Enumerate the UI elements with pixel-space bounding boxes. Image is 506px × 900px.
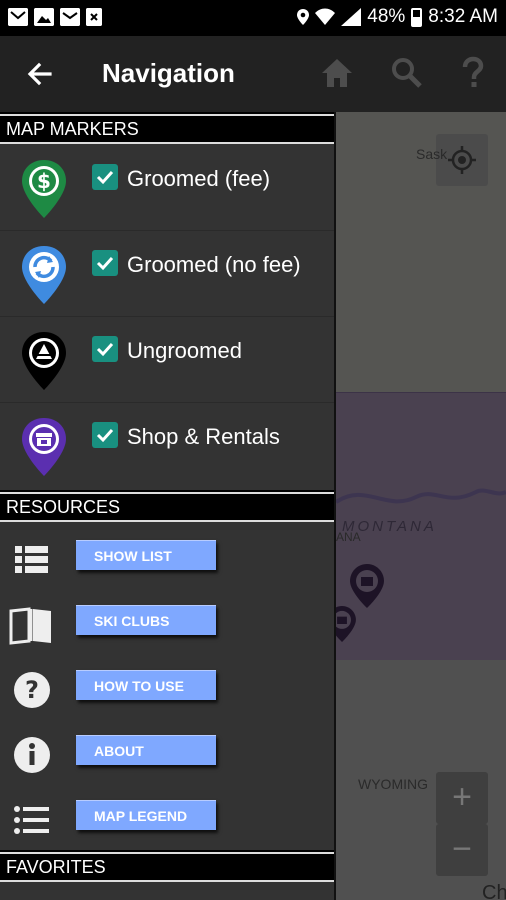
section-header-resources: RESOURCES — [0, 490, 334, 522]
status-bar: 48% 8:32 AM — [0, 0, 506, 36]
marker-row-groomed-fee[interactable]: $ Groomed (fee) — [0, 146, 334, 231]
section-header-map-markers: MAP MARKERS — [0, 112, 334, 144]
shop-marker-icon[interactable] — [350, 564, 384, 608]
map-view[interactable]: Sask MONTANA ANA WYOMING Ch + − — [336, 112, 506, 900]
section-header-favorites: FAVORITES — [0, 850, 334, 882]
checkbox-groomed-fee[interactable] — [92, 164, 118, 190]
question-circle-icon: ? — [14, 672, 50, 708]
svg-text:$: $ — [37, 169, 51, 193]
resource-row-show-list: SHOW LIST — [0, 526, 334, 590]
resource-row-ski-clubs: SKI CLUBS — [0, 591, 334, 655]
battery-percent: 48% — [367, 6, 406, 27]
checkbox-shop-rentals[interactable] — [92, 422, 118, 448]
ski-clubs-button[interactable]: SKI CLUBS — [76, 605, 216, 635]
app-bar: Navigation — [0, 36, 506, 112]
wifi-icon — [315, 8, 336, 25]
search-icon[interactable] — [390, 56, 424, 90]
marker-row-groomed-no-fee[interactable]: Groomed (no fee) — [0, 232, 334, 317]
checkbox-ungroomed[interactable] — [92, 336, 118, 362]
map-label-ch: Ch — [482, 882, 506, 900]
image-icon — [34, 8, 54, 26]
triangle-marker-icon — [22, 332, 66, 390]
marker-row-ungroomed[interactable]: Ungroomed — [0, 318, 334, 403]
marker-label: Shop & Rentals — [127, 424, 280, 449]
map-label-wyoming: WYOMING — [358, 776, 428, 792]
navigation-drawer: MAP MARKERS $ Groomed (fee) Groomed (no … — [0, 112, 336, 900]
how-to-use-button[interactable]: HOW TO USE — [76, 670, 216, 700]
clock: 8:32 AM — [428, 6, 498, 27]
resource-row-how-to-use: ? HOW TO USE — [0, 656, 334, 720]
marker-label: Groomed (fee) — [127, 166, 271, 191]
arrow-left-icon[interactable] — [22, 56, 58, 92]
book-icon — [9, 607, 51, 645]
info-circle-icon — [14, 737, 50, 773]
show-list-button[interactable]: SHOW LIST — [76, 540, 216, 570]
svg-text:?: ? — [25, 676, 39, 704]
bullet-list-icon — [14, 806, 49, 834]
list-grid-icon — [15, 546, 48, 573]
home-icon[interactable] — [320, 56, 354, 90]
checkbox-groomed-no-fee[interactable] — [92, 250, 118, 276]
drawer-divider — [334, 112, 336, 900]
marker-label: Ungroomed — [127, 338, 242, 363]
battery-icon — [411, 7, 423, 27]
refresh-marker-icon — [22, 246, 66, 304]
close-box-icon — [86, 8, 102, 26]
shop-marker-icon[interactable] — [336, 606, 356, 642]
marker-label: Groomed (no fee) — [127, 252, 301, 277]
about-button[interactable]: ABOUT — [76, 735, 216, 765]
map-legend-button[interactable]: MAP LEGEND — [76, 800, 216, 830]
notification-icons — [8, 8, 102, 26]
dollar-marker-icon: $ — [22, 160, 66, 218]
system-status: 48% 8:32 AM — [297, 6, 498, 28]
zoom-in-button[interactable]: + — [436, 772, 488, 824]
location-pin-icon — [297, 9, 310, 25]
marker-row-shop-rentals[interactable]: Shop & Rentals — [0, 404, 334, 488]
signal-icon — [341, 8, 362, 26]
gmail-icon — [8, 8, 28, 26]
shop-marker-icon — [22, 418, 66, 476]
mail-icon — [60, 8, 80, 26]
help-icon[interactable] — [456, 56, 490, 90]
map-label-sask: Sask — [416, 146, 448, 162]
resource-row-about: ABOUT — [0, 721, 334, 785]
resource-row-map-legend: MAP LEGEND — [0, 786, 334, 850]
zoom-out-button[interactable]: − — [436, 824, 488, 876]
page-title: Navigation — [102, 58, 235, 88]
map-label-ana: ANA — [336, 530, 361, 544]
